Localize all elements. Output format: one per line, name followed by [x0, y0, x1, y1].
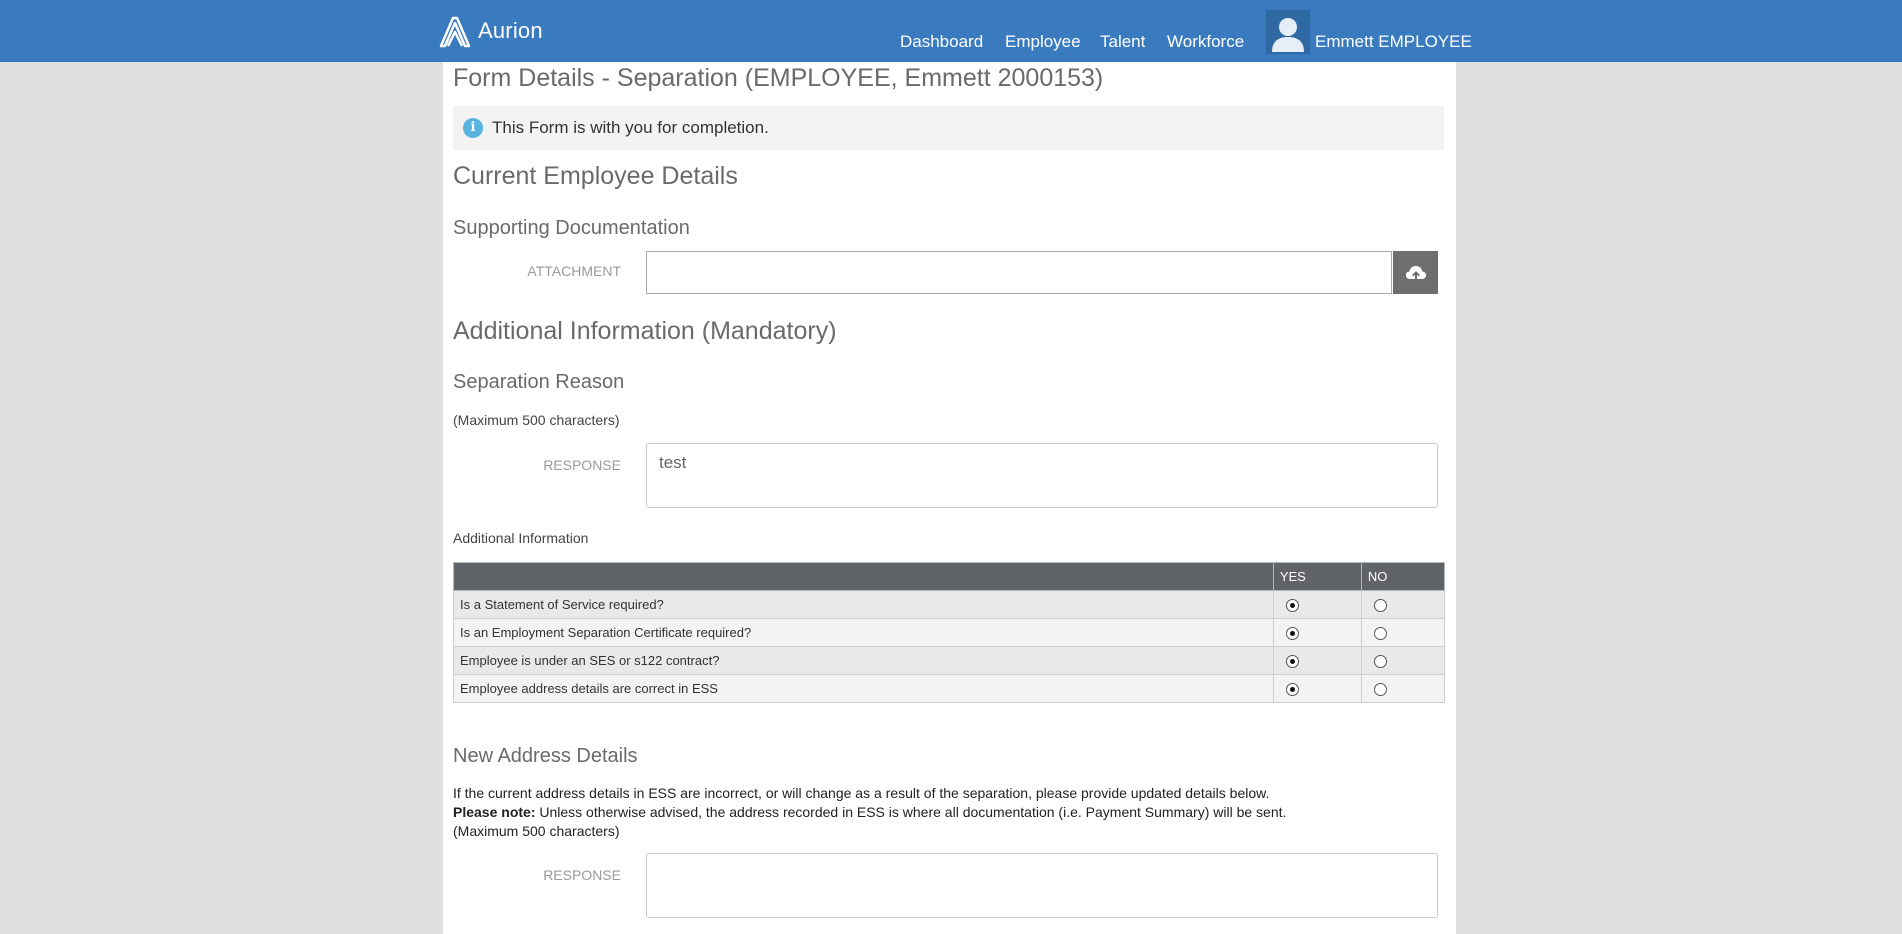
question-text: Is an Employment Separation Certificate …	[453, 618, 1274, 647]
address-correct-yes-radio[interactable]	[1285, 683, 1299, 697]
ses-contract-no-radio[interactable]	[1373, 655, 1387, 669]
question-text: Employee is under an SES or s122 contrac…	[453, 646, 1274, 675]
no-column-header: NO	[1360, 562, 1446, 591]
question-column-header	[453, 562, 1274, 591]
nav-talent[interactable]: Talent	[1100, 32, 1145, 52]
please-note-text: Unless otherwise advised, the address re…	[535, 804, 1287, 820]
statement-of-service-yes-radio[interactable]	[1285, 599, 1299, 613]
ses-contract-yes-radio[interactable]	[1285, 655, 1299, 669]
logo-text: Aurion	[478, 18, 543, 43]
new-address-response-label: RESPONSE	[543, 867, 621, 883]
table-row: Employee address details are correct in …	[453, 674, 1446, 703]
section-current-employee-details: Current Employee Details	[453, 162, 738, 190]
address-correct-no-radio[interactable]	[1373, 683, 1387, 697]
yes-column-header: YES	[1272, 562, 1362, 591]
question-text: Employee address details are correct in …	[453, 674, 1274, 703]
additional-information-label: Additional Information	[453, 530, 589, 546]
question-text: Is a Statement of Service required?	[453, 590, 1274, 619]
info-icon: i	[463, 118, 483, 138]
separation-reason-heading: Separation Reason	[453, 371, 625, 393]
statement-of-service-no-radio[interactable]	[1373, 599, 1387, 613]
please-note-label: Please note:	[453, 804, 536, 820]
user-avatar[interactable]	[1266, 10, 1310, 54]
upload-button[interactable]	[1393, 251, 1438, 294]
separation-certificate-no-radio[interactable]	[1373, 627, 1387, 641]
table-row: Is an Employment Separation Certificate …	[453, 618, 1446, 647]
aurion-logo-icon	[439, 16, 471, 48]
table-row: Employee is under an SES or s122 contrac…	[453, 646, 1446, 675]
page-title: Form Details - Separation (EMPLOYEE, Emm…	[453, 64, 1104, 92]
separation-reason-max-note: (Maximum 500 characters)	[453, 412, 620, 428]
top-navigation-bar: Aurion Dashboard Employee Talent Workfor…	[0, 0, 1902, 62]
new-address-details-heading: New Address Details	[453, 745, 638, 767]
separation-response-label: RESPONSE	[543, 457, 621, 473]
table-row: Is a Statement of Service required?	[453, 590, 1446, 619]
separation-certificate-yes-radio[interactable]	[1285, 627, 1299, 641]
new-address-response[interactable]	[646, 853, 1438, 918]
user-silhouette-icon	[1272, 18, 1304, 52]
nav-employee[interactable]: Employee	[1005, 32, 1081, 52]
please-note-line: Please note: Unless otherwise advised, t…	[453, 803, 1443, 822]
attachment-field[interactable]	[646, 251, 1392, 294]
section-additional-information: Additional Information (Mandatory)	[453, 317, 837, 345]
additional-information-table: YES NO Is a Statement of Service require…	[453, 562, 1446, 703]
info-banner: i This Form is with you for completion.	[453, 106, 1444, 150]
info-message: This Form is with you for completion.	[492, 118, 769, 137]
form-panel: Form Details - Separation (EMPLOYEE, Emm…	[443, 62, 1456, 934]
new-address-max-note: (Maximum 500 characters)	[453, 823, 620, 839]
attachment-label: ATTACHMENT	[527, 263, 621, 279]
separation-reason-response[interactable]: test	[646, 443, 1438, 508]
supporting-documentation-heading: Supporting Documentation	[453, 217, 690, 239]
cloud-upload-icon	[1405, 265, 1426, 280]
new-address-line-1: If the current address details in ESS ar…	[453, 785, 1270, 801]
aurion-logo[interactable]: Aurion	[438, 12, 543, 50]
nav-dashboard[interactable]: Dashboard	[900, 32, 983, 52]
user-name[interactable]: Emmett EMPLOYEE	[1315, 32, 1472, 52]
nav-workforce[interactable]: Workforce	[1167, 32, 1244, 52]
new-address-instructions: If the current address details in ESS ar…	[453, 784, 1443, 841]
